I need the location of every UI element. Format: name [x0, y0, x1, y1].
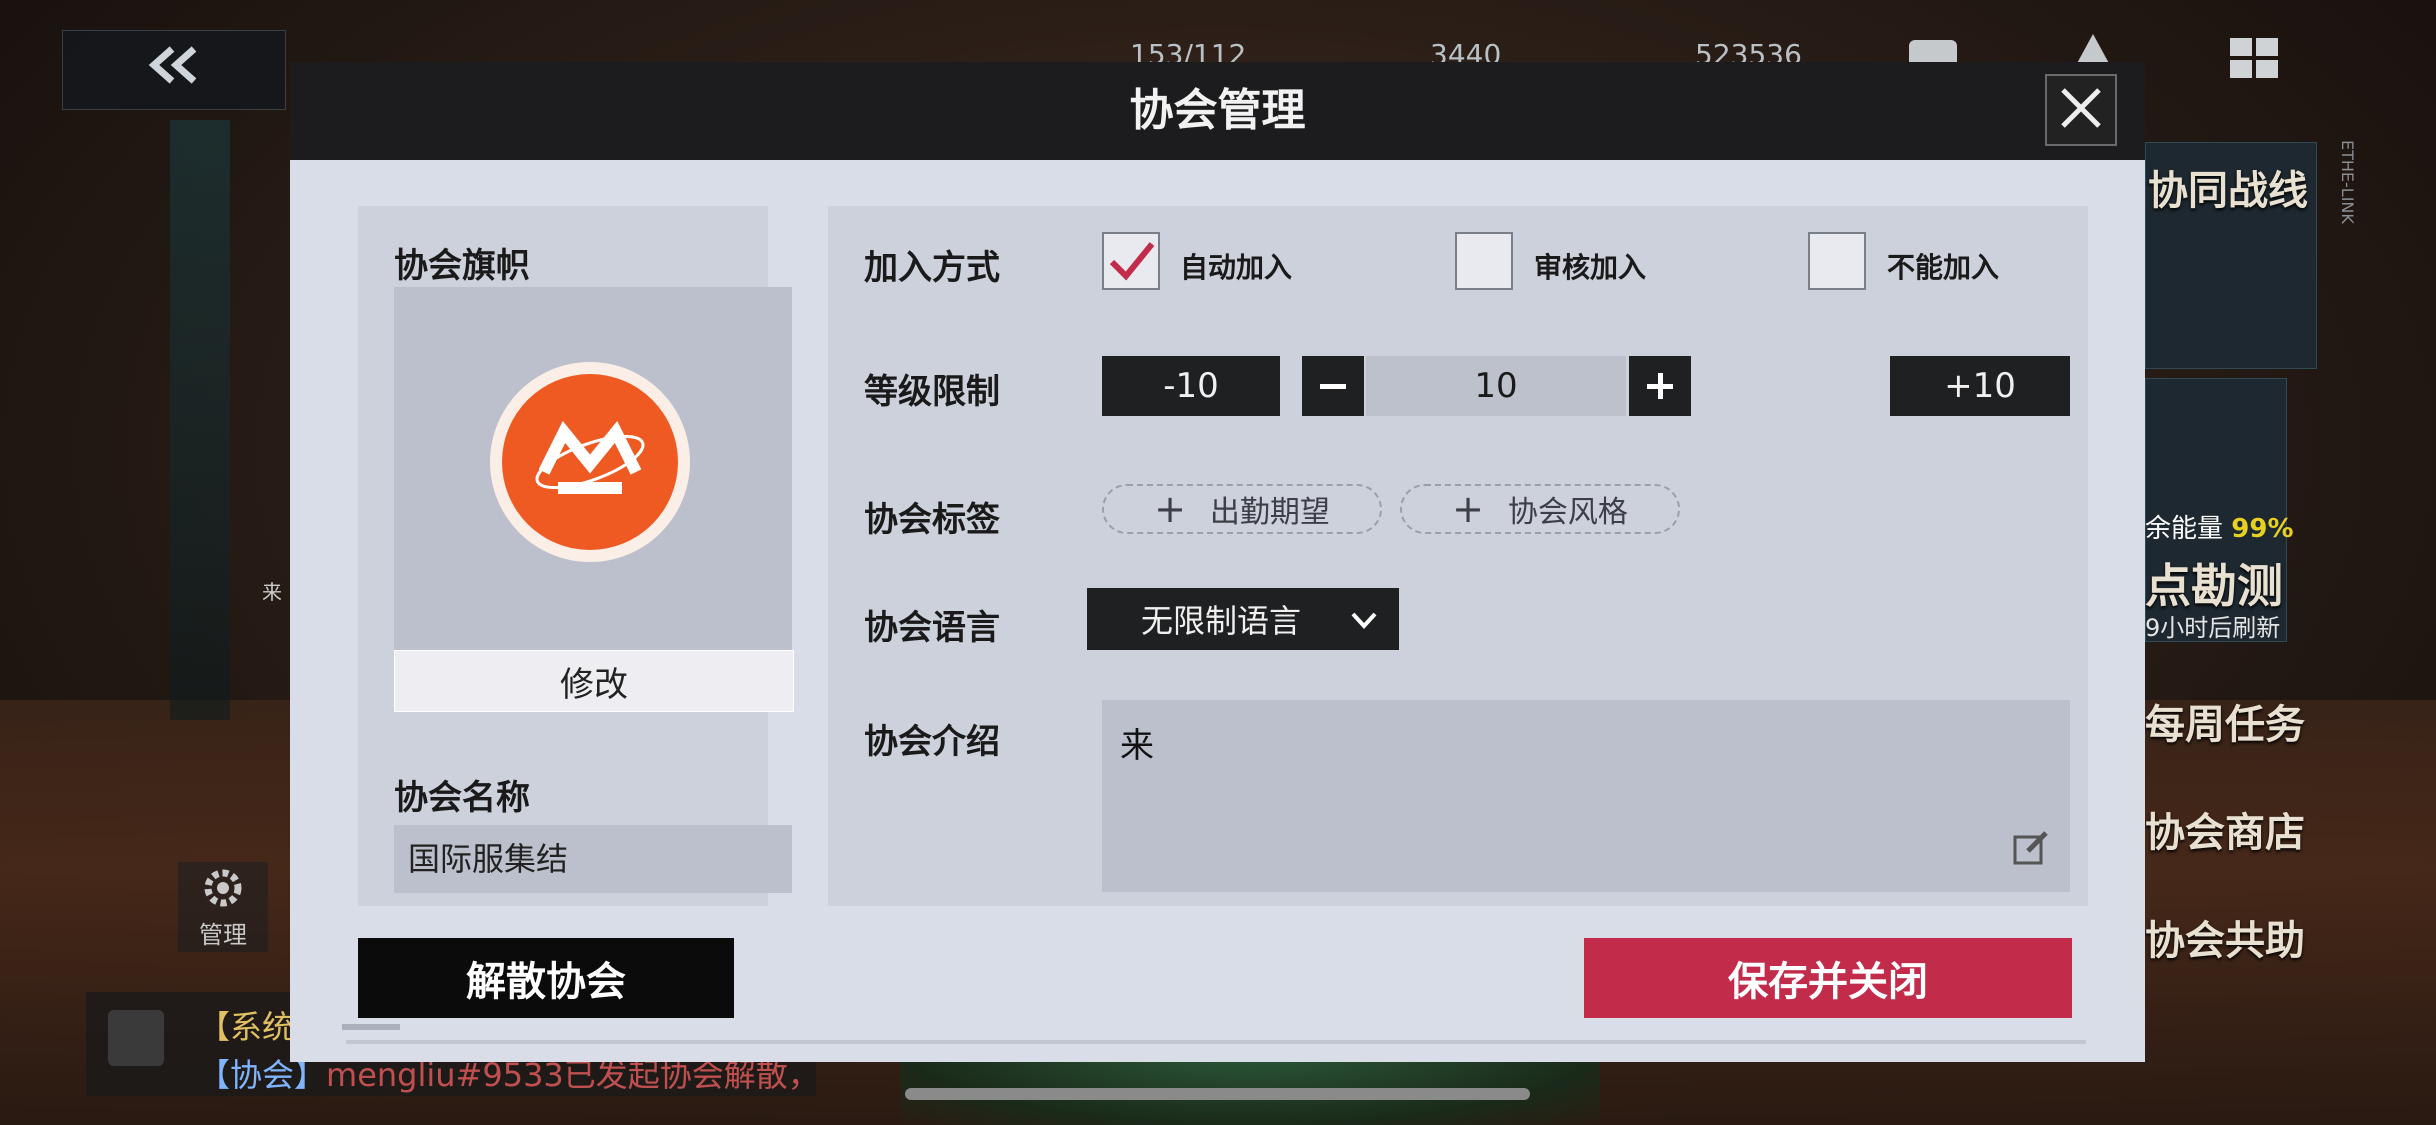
chevron-down-icon	[1349, 604, 1379, 642]
tags-label: 协会标签	[864, 500, 1000, 540]
guild-intro-field[interactable]: 来	[1102, 700, 2070, 892]
intro-text: 来	[1120, 726, 1154, 766]
guild-name-field[interactable]: 国际服集结	[394, 825, 792, 893]
survey-title: 点勘测	[2145, 559, 2283, 613]
level-value: 10	[1366, 356, 1626, 416]
left-small-text: 来	[262, 580, 282, 604]
background-pillar	[170, 120, 230, 720]
disband-guild-button[interactable]: 解散协会	[358, 938, 734, 1018]
level-decrement-button[interactable]	[1302, 356, 1364, 416]
guild-shop-link[interactable]: 协会商店	[2145, 800, 2305, 858]
footer-divider	[346, 1040, 2086, 1044]
home-indicator[interactable]	[905, 1088, 1530, 1100]
checkbox-no-join[interactable]	[1808, 232, 1866, 290]
level-plus10-button[interactable]: +10	[1890, 356, 2070, 416]
refresh-note: 9小时后刷新	[2145, 614, 2281, 642]
auto-join-label: 自动加入	[1180, 251, 1293, 284]
footer-accent	[342, 1024, 400, 1030]
gear-icon	[200, 865, 246, 915]
vertical-label: ETHE-LINK	[2338, 140, 2357, 224]
manage-label: 管理	[199, 920, 247, 949]
plus-icon	[1647, 373, 1673, 399]
level-increment-button[interactable]	[1629, 356, 1691, 416]
tag-style-label: 协会风格	[1507, 495, 1628, 530]
checkbox-auto-join[interactable]	[1102, 232, 1160, 290]
language-label: 协会语言	[864, 608, 1000, 648]
edit-banner-button[interactable]: 修改	[394, 650, 794, 712]
minus-icon	[1320, 384, 1346, 389]
name-label: 协会名称	[394, 778, 530, 818]
tag-attendance-button[interactable]: + 出勤期望	[1102, 484, 1382, 534]
edit-icon[interactable]	[2012, 829, 2050, 876]
guild-emblem	[490, 362, 690, 562]
intro-label: 协会介绍	[864, 722, 1000, 762]
collab-front-label: 协同战线	[2148, 168, 2308, 214]
tag-attendance-label: 出勤期望	[1209, 495, 1330, 530]
chat-icon[interactable]	[108, 1010, 164, 1066]
close-button[interactable]	[2045, 74, 2117, 146]
save-and-close-button[interactable]: 保存并关闭	[1584, 938, 2072, 1018]
no-join-label: 不能加入	[1887, 251, 2000, 284]
back-button[interactable]	[62, 30, 286, 110]
double-chevron-left-icon	[144, 45, 204, 96]
language-select[interactable]: 无限制语言	[1087, 588, 1399, 650]
level-minus10-button[interactable]: -10	[1102, 356, 1280, 416]
add-icon: +	[1154, 487, 1186, 531]
review-join-label: 审核加入	[1534, 251, 1647, 284]
guild-assist-link[interactable]: 协会共助	[2145, 908, 2305, 966]
weekly-task-link[interactable]: 每周任务	[2145, 692, 2305, 750]
language-selected: 无限制语言	[1141, 602, 1302, 640]
energy-label: 余能量 99%	[2145, 514, 2294, 544]
guild-management-modal: 协会管理 协会旗帜 修改 协会名称 国际服集结 加入方式 自动加入 审核加入 不…	[290, 62, 2145, 1062]
checkmark-icon	[1109, 242, 1155, 281]
manage-button[interactable]: 管理	[178, 862, 268, 952]
tag-style-button[interactable]: + 协会风格	[1400, 484, 1680, 534]
close-icon	[2059, 86, 2103, 134]
add-icon: +	[1452, 487, 1484, 531]
join-label: 加入方式	[864, 248, 1000, 288]
chat-line-system: 【系统	[198, 1008, 295, 1046]
emblem-crown-icon	[535, 420, 645, 494]
banner-label: 协会旗帜	[394, 246, 530, 286]
level-label: 等级限制	[864, 372, 1000, 412]
menu-grid-icon[interactable]	[2228, 28, 2284, 84]
modal-title: 协会管理	[1129, 85, 1306, 136]
checkbox-review-join[interactable]	[1455, 232, 1513, 290]
